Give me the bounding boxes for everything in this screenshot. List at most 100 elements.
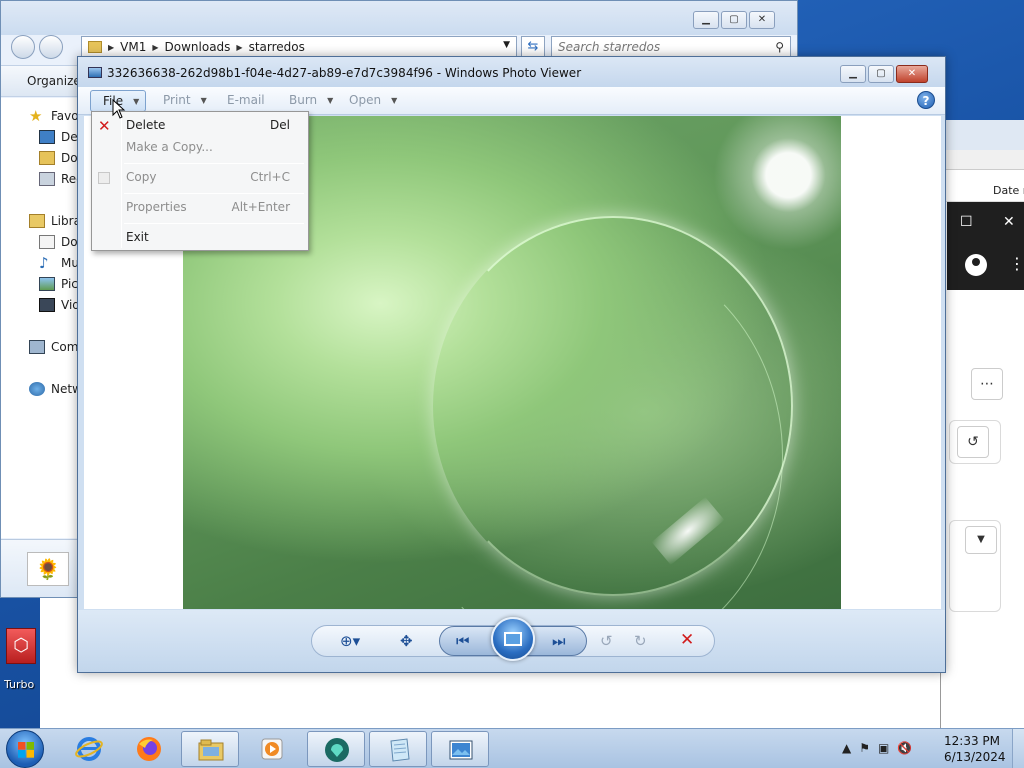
- internet-explorer-icon: [75, 737, 103, 761]
- nav-item-libraries[interactable]: Libra: [29, 214, 81, 228]
- more-actions-button[interactable]: ⋯: [971, 368, 1003, 400]
- menu-print[interactable]: Print ▼: [163, 93, 207, 107]
- maximize-icon[interactable]: ☐: [960, 214, 973, 230]
- menu-item-shortcut: Del: [270, 118, 290, 132]
- browser-app-header: ☐ ✕ ⋮: [947, 202, 1024, 290]
- taskbar-explorer[interactable]: [181, 731, 239, 767]
- minimize-icon[interactable]: ▁: [693, 11, 719, 29]
- file-dropdown-menu: ✕ Delete Del Make a Copy... Copy Ctrl+C …: [91, 111, 309, 251]
- menu-item-shortcut: Alt+Enter: [231, 200, 290, 214]
- viewer-title-bar[interactable]: 332636638-262d98b1-f04e-4d27-ab89-e7d7c3…: [78, 57, 945, 87]
- forward-button[interactable]: [39, 35, 63, 59]
- column-header-date[interactable]: Date r: [941, 180, 1024, 202]
- slideshow-icon: [504, 632, 522, 646]
- window-title: 332636638-262d98b1-f04e-4d27-ab89-e7d7c3…: [107, 66, 582, 80]
- menu-item-make-a-copy[interactable]: Make a Copy...: [94, 137, 306, 159]
- libraries-icon: [29, 214, 45, 228]
- previous-icon[interactable]: ⏮: [456, 632, 470, 650]
- taskbar-notepad[interactable]: [369, 731, 427, 767]
- zoom-icon[interactable]: ⊕▾: [340, 632, 360, 650]
- account-avatar-icon[interactable]: [965, 254, 987, 276]
- close-icon[interactable]: ✕: [896, 65, 928, 83]
- maximize-icon[interactable]: ▢: [721, 11, 747, 29]
- taskbar-media-player[interactable]: [243, 731, 301, 767]
- close-icon[interactable]: ✕: [1003, 214, 1015, 230]
- breadcrumb-separator-icon[interactable]: ▶: [236, 43, 242, 52]
- delete-icon: ✕: [98, 117, 111, 135]
- nav-item-music[interactable]: ♪ Mu: [39, 256, 79, 271]
- show-hidden-icons-icon[interactable]: ▲: [842, 741, 851, 755]
- star-icon: ★: [29, 107, 43, 125]
- browser-title-bar: [941, 120, 1024, 150]
- rotate-clockwise-icon[interactable]: ↻: [634, 632, 647, 650]
- menu-item-label: Delete: [126, 118, 166, 132]
- help-icon[interactable]: ?: [917, 91, 935, 109]
- breadcrumb-separator-icon[interactable]: ▶: [152, 43, 158, 52]
- search-input[interactable]: Search starredos ⚲: [551, 36, 791, 58]
- menu-separator: [124, 223, 304, 224]
- chevron-down-icon: ▼: [133, 96, 140, 106]
- menu-item-shortcut: Ctrl+C: [250, 170, 290, 184]
- explorer-window-controls: ▁ ▢ ✕: [693, 11, 775, 29]
- taskbar-firefox[interactable]: [120, 731, 178, 767]
- delete-icon[interactable]: ✕: [680, 630, 694, 650]
- action-center-flag-icon[interactable]: ⚑: [859, 741, 870, 755]
- back-button[interactable]: [11, 35, 35, 59]
- desktop-shortcut[interactable]: ⬡ Turbo: [4, 628, 40, 702]
- close-icon[interactable]: ✕: [749, 11, 775, 29]
- taskbar-photo-viewer[interactable]: [431, 731, 489, 767]
- menu-open-label: Open: [349, 93, 382, 107]
- downloads-folder-icon: [39, 151, 55, 165]
- more-options-icon[interactable]: ⋮: [1009, 254, 1024, 273]
- taskbar-app-teal[interactable]: [307, 731, 365, 767]
- document-icon: [390, 738, 410, 762]
- nav-item-favorites[interactable]: ★ Favor: [29, 107, 84, 125]
- viewer-control-bar: ⊕▾ ✥ ↺ ↻ ✕ ⏮ ⏭: [78, 610, 945, 672]
- search-icon[interactable]: ⚲: [775, 37, 784, 57]
- photo-viewer-icon: [449, 740, 473, 760]
- network-icon[interactable]: ▣: [878, 741, 889, 755]
- show-desktop-button[interactable]: [1012, 729, 1024, 768]
- organize-button[interactable]: Organize: [27, 74, 81, 88]
- breadcrumb-separator-icon[interactable]: ▶: [108, 43, 114, 52]
- breadcrumb-vm1[interactable]: VM1: [120, 40, 146, 54]
- menu-item-exit[interactable]: Exit: [94, 227, 306, 249]
- next-icon[interactable]: ⏭: [552, 632, 566, 650]
- folder-icon: [198, 739, 224, 761]
- minimize-icon[interactable]: ▁: [840, 65, 866, 83]
- start-button[interactable]: [6, 730, 44, 768]
- folder-icon: [88, 41, 102, 53]
- computer-icon: [29, 340, 45, 354]
- rotate-counterclockwise-icon[interactable]: ↺: [600, 632, 613, 650]
- media-player-icon: [261, 738, 283, 760]
- menu-item-label: Make a Copy...: [126, 140, 213, 154]
- actual-size-icon[interactable]: ✥: [400, 632, 413, 650]
- menu-burn[interactable]: Burn ▼: [289, 93, 333, 107]
- menu-email[interactable]: E-mail: [227, 93, 265, 107]
- clock-time: 12:33 PM: [944, 734, 1000, 748]
- menu-item-copy[interactable]: Copy Ctrl+C: [94, 167, 306, 189]
- volume-muted-icon[interactable]: 🔇: [897, 741, 912, 755]
- nav-item-videos[interactable]: Vid: [39, 298, 80, 312]
- desktop-shortcut-label: Turbo: [4, 678, 35, 691]
- menu-open[interactable]: Open ▼: [349, 93, 397, 107]
- file-thumbnail-icon: 🌻: [27, 552, 69, 586]
- refresh-button[interactable]: ⇆: [521, 36, 545, 58]
- chevron-down-icon: ▼: [200, 95, 207, 105]
- taskbar-clock[interactable]: 12:33 PM 6/13/2024: [944, 733, 1006, 765]
- breadcrumb-starredos[interactable]: starredos: [249, 40, 305, 54]
- background-browser-window[interactable]: Date r ☐ ✕ ⋮ ⋯ ↺ ▼: [940, 120, 1024, 728]
- menu-item-properties[interactable]: Properties Alt+Enter: [94, 197, 306, 219]
- recent-places-icon: [39, 172, 55, 186]
- dropdown-chevron-icon[interactable]: ▼: [965, 526, 997, 554]
- taskbar-internet-explorer[interactable]: [60, 731, 118, 767]
- history-icon[interactable]: ↺: [957, 426, 989, 458]
- address-bar[interactable]: ▶ VM1 ▶ Downloads ▶ starredos ▼: [81, 36, 517, 58]
- breadcrumb-downloads[interactable]: Downloads: [165, 40, 231, 54]
- maximize-icon[interactable]: ▢: [868, 65, 894, 83]
- address-dropdown-icon[interactable]: ▼: [503, 40, 510, 50]
- menu-burn-label: Burn: [289, 93, 318, 107]
- nav-item-network[interactable]: Netw: [29, 382, 82, 396]
- slideshow-button[interactable]: [491, 617, 535, 661]
- menu-item-label: Exit: [126, 230, 149, 244]
